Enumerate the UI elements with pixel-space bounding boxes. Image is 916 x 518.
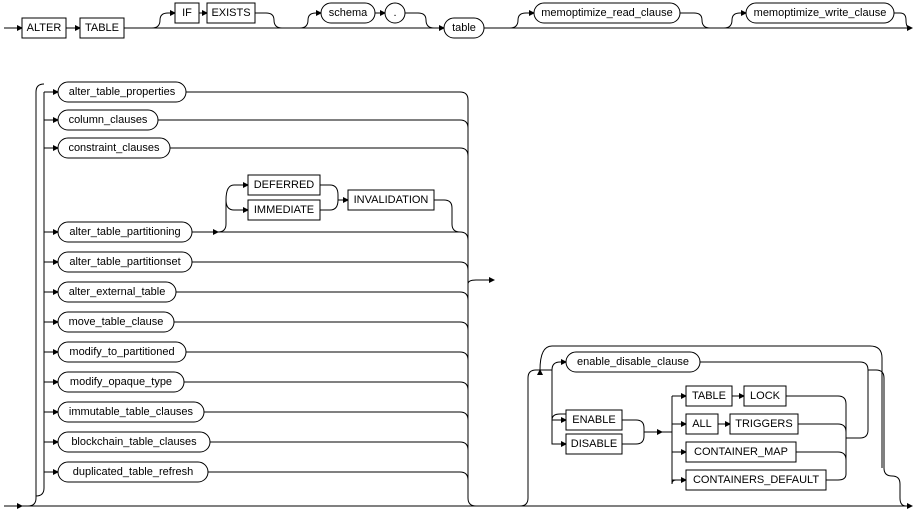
label-modopq: modify_opaque_type bbox=[70, 376, 172, 388]
label-disable: DISABLE bbox=[571, 438, 617, 450]
label-modpart: modify_to_partitioned bbox=[69, 346, 174, 358]
label-lock: LOCK bbox=[750, 390, 781, 402]
label-immtbl: immutable_table_clauses bbox=[69, 406, 194, 418]
label-enable: ENABLE bbox=[572, 414, 615, 426]
label-exists: EXISTS bbox=[211, 7, 250, 19]
label-schema: schema bbox=[329, 7, 368, 19]
label-dot: . bbox=[393, 7, 396, 19]
label-atpartset: alter_table_partitionset bbox=[69, 256, 180, 268]
label-cmap: CONTAINER_MAP bbox=[694, 446, 788, 458]
label-memopt-read: memoptimize_read_clause bbox=[541, 7, 672, 19]
label-aext: alter_external_table bbox=[69, 286, 166, 298]
label-table-ed: TABLE bbox=[692, 390, 726, 402]
label-dup: duplicated_table_refresh bbox=[73, 466, 193, 478]
label-if: IF bbox=[182, 7, 192, 19]
label-memopt-write: memoptimize_write_clause bbox=[754, 7, 887, 19]
label-deferred: DEFERRED bbox=[254, 179, 315, 191]
label-atprops: alter_table_properties bbox=[69, 86, 176, 98]
label-cdef: CONTAINERS_DEFAULT bbox=[693, 474, 819, 486]
label-alter: ALTER bbox=[27, 22, 62, 34]
label-table-nt: table bbox=[452, 22, 476, 34]
label-immediate: IMMEDIATE bbox=[254, 204, 314, 216]
clause-stack: alter_table_properties column_clauses co… bbox=[4, 82, 500, 506]
top-row: ALTER TABLE IF EXISTS schema . table mem… bbox=[4, 3, 912, 38]
label-blockchain: blockchain_table_clauses bbox=[71, 436, 197, 448]
label-triggers: TRIGGERS bbox=[735, 418, 792, 430]
label-table: TABLE bbox=[85, 22, 119, 34]
label-movetbl: move_table_clause bbox=[69, 316, 164, 328]
label-all: ALL bbox=[692, 418, 712, 430]
label-atpart: alter_table_partitioning bbox=[69, 226, 180, 238]
label-edc: enable_disable_clause bbox=[577, 356, 689, 368]
label-colclauses: column_clauses bbox=[69, 114, 148, 126]
label-constrclauses: constraint_clauses bbox=[68, 142, 160, 154]
enable-disable-block: enable_disable_clause ENABLE DISABLE TAB… bbox=[500, 346, 912, 506]
label-invalidation: INVALIDATION bbox=[354, 194, 429, 206]
